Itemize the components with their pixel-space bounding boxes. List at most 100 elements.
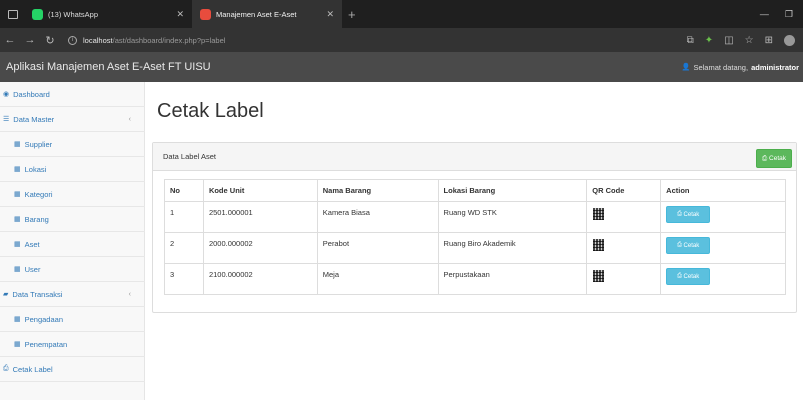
print-label-button[interactable]: ⎙ Cetak (666, 268, 711, 285)
button-label: Cetak (683, 242, 700, 249)
briefcase-icon: ▰ (3, 291, 9, 298)
col-header-action[interactable]: Action (660, 179, 786, 202)
favorites-icon[interactable]: ☆ (745, 35, 754, 46)
page-title: Cetak Label (157, 100, 264, 122)
col-header-lokasi-barang[interactable]: Lokasi Barang (437, 179, 588, 202)
username: administrator (751, 62, 799, 72)
browser-address-bar: ← → ↻ i localhost /ast/dashboard/index.p… (0, 28, 803, 52)
sidebar-item-dashboard[interactable]: ◉ Dashboard (0, 82, 145, 107)
table-row: 2 2000.000002 Perabot Ruang Biro Akademi… (164, 232, 786, 264)
table-icon: ▦ (14, 216, 21, 223)
cell-action: ⎙ Cetak (660, 232, 786, 264)
sidebar-item-lokasi[interactable]: ▦ Lokasi (0, 157, 145, 182)
table-icon: ▦ (14, 241, 21, 248)
sidebar-item-aset[interactable]: ▦ Aset (0, 232, 145, 257)
print-icon: ⎙ (762, 154, 770, 162)
sidebar-item-barang[interactable]: ▦ Barang (0, 207, 145, 232)
label-table: No Kode Unit Nama Barang Lokasi Barang Q… (164, 179, 786, 295)
sidebar-item-label: Barang (24, 214, 49, 224)
cell-action: ⎙ Cetak (660, 263, 786, 295)
browser-tab-easet[interactable]: Manajemen Aset E-Aset ✕ (192, 0, 342, 28)
tab-title: (13) WhatsApp (48, 9, 99, 19)
dashboard-icon: ◉ (3, 91, 10, 98)
cell-kode-unit: 2000.000002 (202, 232, 318, 264)
sidebar-item-label: User (24, 264, 41, 274)
browser-tab-whatsapp[interactable]: (13) WhatsApp ✕ (24, 0, 192, 28)
print-label-button[interactable]: ⎙ Cetak (666, 206, 711, 223)
sidebar-item-pengadaan[interactable]: ▦ Pengadaan (0, 307, 145, 332)
button-label: Cetak (683, 273, 700, 280)
forward-icon[interactable]: → (20, 34, 40, 46)
button-label: Cetak (683, 211, 700, 218)
sidebar-item-user[interactable]: ▦ User (0, 257, 145, 282)
tab-title: Manajemen Aset E-Aset (216, 9, 297, 19)
cell-nama-barang: Perabot (316, 232, 439, 264)
profile-avatar-icon[interactable] (784, 34, 795, 46)
panel-heading: Data Label Aset ⎙ Cetak (153, 143, 796, 171)
url-field[interactable]: i localhost /ast/dashboard/index.php?p=l… (68, 35, 225, 45)
sidebar-item-label: Kategori (24, 189, 53, 199)
cell-lokasi-barang: Perpustakaan (437, 263, 588, 295)
sidebar: ◉ Dashboard ☰ Data Master ‹ ▦ Supplier ▦… (0, 82, 145, 400)
sidebar-item-label: Penempatan (24, 339, 68, 349)
sidebar-item-label: Dashboard (13, 89, 50, 99)
table-icon: ▦ (14, 141, 21, 148)
table-icon: ▦ (14, 191, 21, 198)
cell-kode-unit: 2100.000002 (202, 263, 318, 295)
qr-code-image (593, 270, 605, 282)
reload-icon[interactable]: ↻ (40, 34, 60, 47)
extension-icon[interactable]: ✦ (705, 35, 713, 46)
sidebar-item-label: Lokasi (24, 164, 47, 174)
table-icon: ▦ (14, 316, 21, 323)
cell-nama-barang: Kamera Biasa (316, 201, 439, 233)
cell-qr-code (586, 201, 662, 233)
welcome-message[interactable]: 👤 Selamat datang, administrator (682, 52, 799, 82)
print-all-button[interactable]: ⎙ Cetak (756, 149, 792, 168)
table-icon: ▦ (14, 266, 21, 273)
sidebar-item-label: Data Master (13, 114, 55, 124)
close-icon[interactable]: ✕ (176, 9, 184, 20)
button-label: Cetak (769, 155, 786, 162)
browser-tab-strip: (13) WhatsApp ✕ Manajemen Aset E-Aset ✕ … (0, 0, 803, 28)
toolbar-icons: ⧉ ✦ ◫ ☆ ⊞ (687, 28, 795, 52)
table-row: 1 2501.000001 Kamera Biasa Ruang WD STK … (164, 201, 786, 233)
print-label-button[interactable]: ⎙ Cetak (666, 237, 711, 254)
site-info-icon[interactable]: i (68, 35, 77, 45)
table-icon: ▦ (14, 166, 21, 173)
sidebar-item-kategori[interactable]: ▦ Kategori (0, 182, 145, 207)
chevron-left-icon: ‹ (128, 115, 131, 123)
sidebar-item-penempatan[interactable]: ▦ Penempatan (0, 332, 145, 357)
cell-nama-barang: Meja (316, 263, 439, 295)
sidebar-item-data-transaksi[interactable]: ▰ Data Transaksi ‹ (0, 282, 145, 307)
col-header-no[interactable]: No (164, 179, 204, 202)
col-header-kode-unit[interactable]: Kode Unit (202, 179, 318, 202)
back-icon[interactable]: ← (0, 34, 20, 46)
col-header-qr-code[interactable]: QR Code (586, 179, 662, 202)
cell-qr-code (586, 232, 662, 264)
cell-no: 3 (164, 263, 204, 295)
app-favicon-icon (200, 8, 211, 20)
sidebar-item-cetak-label[interactable]: ⎙ Cetak Label (0, 357, 145, 382)
split-screen-icon[interactable]: ◫ (724, 35, 733, 46)
welcome-prefix: Selamat datang, (693, 62, 749, 72)
maximize-icon[interactable]: ❐ (785, 9, 793, 20)
sidebar-item-label: Pengadaan (24, 314, 63, 324)
sidebar-item-label: Supplier (24, 139, 53, 149)
cell-lokasi-barang: Ruang WD STK (437, 201, 588, 233)
col-header-nama-barang[interactable]: Nama Barang (316, 179, 439, 202)
qr-code-image (593, 239, 605, 251)
collections-icon[interactable]: ⊞ (765, 35, 773, 46)
minimize-icon[interactable]: — (760, 9, 769, 19)
reader-mode-icon[interactable]: ⧉ (687, 35, 694, 46)
tab-actions-icon[interactable] (8, 9, 18, 19)
sidebar-item-label: Aset (24, 239, 40, 249)
cell-kode-unit: 2501.000001 (202, 201, 318, 233)
app-brand-title[interactable]: Aplikasi Manajemen Aset E-Aset FT UISU (0, 61, 211, 73)
new-tab-icon[interactable]: + (348, 7, 356, 22)
table-row: 3 2100.000002 Meja Perpustakaan ⎙ Cetak (164, 263, 786, 295)
sidebar-item-supplier[interactable]: ▦ Supplier (0, 132, 145, 157)
user-icon: 👤 (681, 64, 691, 71)
sidebar-item-data-master[interactable]: ☰ Data Master ‹ (0, 107, 145, 132)
close-icon[interactable]: ✕ (326, 9, 334, 20)
chevron-left-icon: ‹ (128, 290, 131, 298)
